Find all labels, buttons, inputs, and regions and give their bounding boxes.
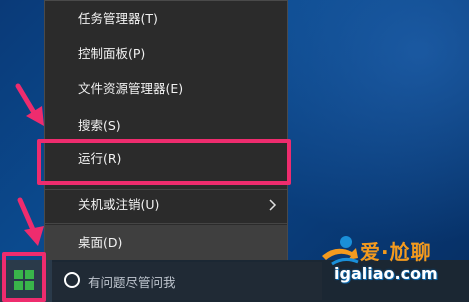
menu-item-task-manager[interactable]: 任务管理器(T) [45,4,287,34]
start-context-menu: 任务管理器(T) 控制面板(P) 文件资源管理器(E) 搜索(S) 运行(R) … [44,0,288,262]
start-highlight-box [2,252,46,302]
menu-item-shutdown-signout[interactable]: 关机或注销(U) [45,190,287,220]
search-placeholder: 有问题尽管问我 [88,275,176,290]
menu-divider [45,223,287,224]
run-highlight-box [37,139,291,185]
submenu-arrow-icon [269,199,277,211]
watermark-logo-icon [322,236,359,266]
pointer-arrow-icon [17,197,44,246]
menu-item-desktop[interactable]: 桌面(D) [45,225,287,261]
menu-item-search[interactable]: 搜索(S) [45,111,287,141]
menu-item-control-panel[interactable]: 控制面板(P) [45,39,287,69]
pointer-arrow-icon [15,83,44,126]
search-circle-icon [64,272,80,288]
watermark-brand: 爱·尬聊 [360,240,432,264]
menu-item-label: 关机或注销(U) [78,197,160,212]
menu-item-file-explorer[interactable]: 文件资源管理器(E) [45,74,287,104]
watermark-url: igaliao.com [334,264,438,283]
